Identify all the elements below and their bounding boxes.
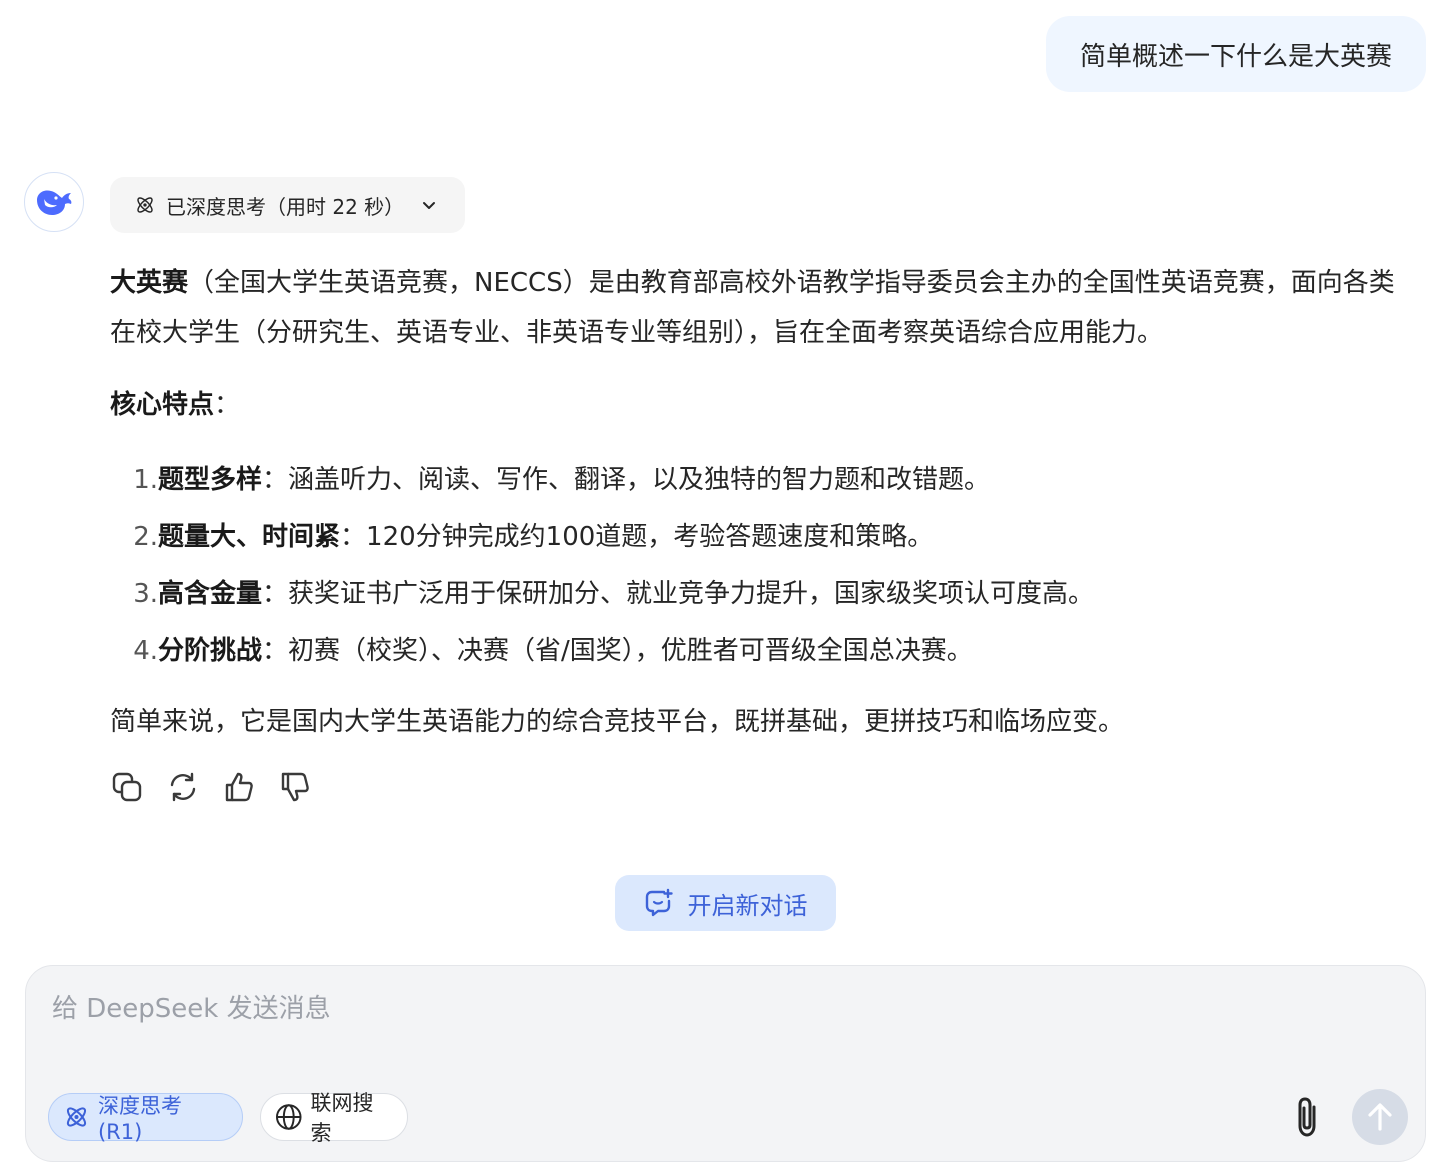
web-search-label: 联网搜索 bbox=[310, 1091, 374, 1145]
new-chat-icon bbox=[645, 888, 673, 917]
message-composer: 深度思考 (R1) 联网搜索 bbox=[25, 965, 1426, 1162]
features-heading-text: 核心特点 bbox=[110, 390, 215, 420]
attach-button[interactable] bbox=[1288, 1094, 1328, 1140]
list-item-sep: ： bbox=[262, 636, 289, 666]
list-item: 4. 分阶挑战：初赛（校奖）、决赛（省/国奖），优胜者可晋级全国总决赛。 bbox=[110, 623, 1410, 680]
list-item-title: 分阶挑战 bbox=[158, 636, 263, 666]
list-item-title: 题型多样 bbox=[158, 465, 263, 495]
arrow-up-icon bbox=[1368, 1103, 1392, 1131]
list-item-title: 高含金量 bbox=[158, 579, 263, 609]
copy-icon bbox=[112, 772, 142, 802]
list-number: 2. bbox=[133, 522, 158, 552]
deepseek-whale-icon bbox=[37, 190, 72, 215]
list-item-sep: ： bbox=[262, 579, 289, 609]
list-item-text: 120分钟完成约100道题，考验答题速度和策略。 bbox=[366, 522, 934, 552]
deepseek-avatar bbox=[24, 172, 84, 232]
globe-icon bbox=[275, 1104, 302, 1130]
user-message-text: 简单概述一下什么是大英赛 bbox=[1079, 41, 1392, 72]
list-item-sep: ： bbox=[340, 522, 367, 552]
atom-icon bbox=[66, 1107, 87, 1127]
list-item-sep: ： bbox=[262, 465, 289, 495]
message-input[interactable] bbox=[50, 986, 1394, 1050]
like-button[interactable] bbox=[222, 770, 256, 804]
deep-think-toggle[interactable]: 深度思考 (R1) bbox=[48, 1093, 243, 1144]
send-button[interactable] bbox=[1352, 1089, 1408, 1145]
web-search-toggle[interactable]: 联网搜索 bbox=[260, 1091, 408, 1145]
copy-button[interactable] bbox=[110, 770, 144, 804]
list-item-content: 题量大、时间紧：120分钟完成约100道题，考验答题速度和策略。 bbox=[158, 509, 933, 566]
thumbs-up-icon bbox=[225, 772, 253, 802]
list-item-content: 分阶挑战：初赛（校奖）、决赛（省/国奖），优胜者可晋级全国总决赛。 bbox=[158, 623, 973, 680]
chevron-down-icon bbox=[423, 202, 436, 209]
regenerate-icon bbox=[170, 772, 196, 802]
answer-intro: 大英赛（全国大学生英语竞赛，NECCS）是由教育部高校外语教学指导委员会主办的全… bbox=[110, 258, 1410, 358]
list-item-text: 获奖证书广泛用于保研加分、就业竞争力提升，国家级奖项认可度高。 bbox=[288, 579, 1095, 609]
dislike-button[interactable] bbox=[278, 770, 312, 804]
regenerate-button[interactable] bbox=[166, 770, 200, 804]
new-chat-label: 开启新对话 bbox=[687, 891, 808, 920]
list-number: 4. bbox=[133, 636, 158, 666]
list-item: 2. 题量大、时间紧：120分钟完成约100道题，考验答题速度和策略。 bbox=[110, 509, 1410, 566]
intro-text: （全国大学生英语竞赛，NECCS）是由教育部高校外语教学指导委员会主办的全国性英… bbox=[110, 268, 1395, 348]
list-item: 1. 题型多样：涵盖听力、阅读、写作、翻译，以及独特的智力题和改错题。 bbox=[110, 452, 1410, 509]
thumbs-down-icon bbox=[281, 772, 309, 802]
list-item-content: 高含金量：获奖证书广泛用于保研加分、就业竞争力提升，国家级奖项认可度高。 bbox=[158, 566, 1094, 623]
list-item-content: 题型多样：涵盖听力、阅读、写作、翻译，以及独特的智力题和改错题。 bbox=[158, 452, 990, 509]
features-heading: 核心特点： bbox=[110, 380, 1410, 430]
deep-think-label: 深度思考 (R1) bbox=[97, 1094, 182, 1144]
message-actions bbox=[110, 770, 312, 804]
new-chat-button[interactable]: 开启新对话 bbox=[615, 875, 836, 931]
answer-summary: 简单来说，它是国内大学生英语能力的综合竞技平台，既拼基础，更拼技巧和临场应变。 bbox=[110, 707, 1125, 737]
list-number: 3. bbox=[133, 579, 158, 609]
features-heading-colon: ： bbox=[214, 390, 241, 420]
list-item-text: 涵盖听力、阅读、写作、翻译，以及独特的智力题和改错题。 bbox=[288, 465, 991, 495]
features-list: 1. 题型多样：涵盖听力、阅读、写作、翻译，以及独特的智力题和改错题。 2. 题… bbox=[110, 452, 1410, 680]
intro-bold: 大英赛 bbox=[110, 268, 189, 298]
list-item: 3. 高含金量：获奖证书广泛用于保研加分、就业竞争力提升，国家级奖项认可度高。 bbox=[110, 566, 1410, 623]
list-number: 1. bbox=[133, 465, 158, 495]
paperclip-icon bbox=[1298, 1097, 1316, 1137]
thinking-label: 已深度思考（用时 22 秒） bbox=[166, 194, 405, 219]
atom-icon bbox=[137, 197, 153, 213]
thinking-toggle[interactable]: 已深度思考（用时 22 秒） bbox=[110, 177, 465, 233]
list-item-title: 题量大、时间紧 bbox=[158, 522, 341, 552]
chat-page: 简单概述一下什么是大英赛 已深度思考（用时 22 秒） 大英赛（全国大学生英语竞… bbox=[0, 0, 1453, 1171]
assistant-answer: 大英赛（全国大学生英语竞赛，NECCS）是由教育部高校外语教学指导委员会主办的全… bbox=[110, 258, 1410, 747]
list-item-text: 初赛（校奖）、决赛（省/国奖），优胜者可晋级全国总决赛。 bbox=[288, 636, 973, 666]
user-message-bubble: 简单概述一下什么是大英赛 bbox=[1045, 16, 1426, 92]
